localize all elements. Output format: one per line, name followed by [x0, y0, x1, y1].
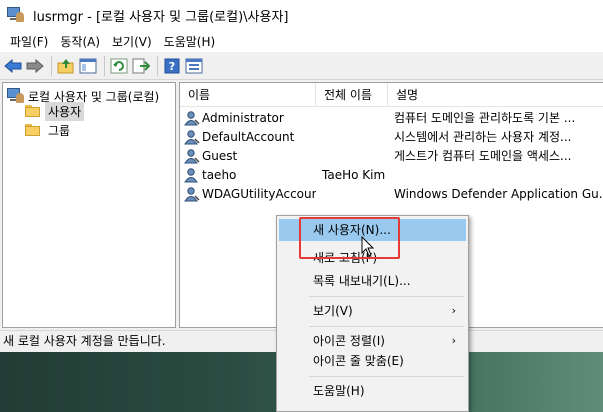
- user-description: 시스템에서 관리하는 사용자 계정...: [394, 130, 572, 144]
- folder-icon: [25, 124, 40, 136]
- computer-users-icon: [7, 6, 25, 24]
- user-full-name: [322, 109, 388, 128]
- user-full-name: TaeHo Kim: [322, 168, 386, 182]
- user-name: WDAGUtilityAccount: [202, 187, 316, 201]
- toolbar-separator: [51, 55, 52, 76]
- ctx-item-line-up-icons[interactable]: 아이콘 줄 맞춤(E): [279, 350, 466, 372]
- tree-pane[interactable]: 로컬 사용자 및 그룹(로컬) 사용자 그룹: [2, 82, 176, 328]
- user-account-icon: [184, 111, 200, 126]
- user-account-icon: [184, 187, 200, 202]
- ctx-item-label: 도움말(H): [313, 384, 365, 398]
- user-description: [394, 166, 602, 185]
- user-description: 컴퓨터 도메인을 관리하도록 기본 ...: [394, 111, 576, 125]
- table-row[interactable]: Administrator 컴퓨터 도메인을 관리하도록 기본 ...: [180, 109, 603, 128]
- user-description: 게스트가 컴퓨터 도메인을 액세스...: [394, 149, 572, 163]
- ctx-item-label: 목록 내보내기(L)...: [313, 274, 411, 288]
- help-icon[interactable]: ?: [162, 56, 182, 76]
- ctx-separator: [309, 376, 464, 377]
- toolbar-separator: [157, 55, 158, 76]
- user-name: DefaultAccount: [202, 130, 295, 144]
- ctx-item-label: 아이콘 정렬(I): [313, 334, 385, 348]
- column-header-full-name[interactable]: 전체 이름: [316, 83, 388, 107]
- table-row[interactable]: DefaultAccount 시스템에서 관리하는 사용자 계정...: [180, 128, 603, 147]
- up-folder-icon[interactable]: [56, 56, 76, 76]
- refresh-icon[interactable]: [109, 56, 129, 76]
- ctx-separator: [309, 326, 464, 327]
- user-name: Guest: [202, 149, 238, 163]
- user-name: taeho: [202, 168, 237, 182]
- ctx-item-export-list[interactable]: 목록 내보내기(L)...: [279, 270, 466, 292]
- export-list-icon[interactable]: [131, 56, 151, 76]
- menu-view[interactable]: 보기(V): [106, 33, 158, 50]
- ctx-item-view[interactable]: 보기(V) ›: [279, 300, 466, 322]
- toolbar-separator: [104, 55, 105, 76]
- tree-item-groups[interactable]: 그룹: [25, 121, 73, 139]
- properties-icon[interactable]: [184, 56, 204, 76]
- tree-item-users[interactable]: 사용자: [25, 101, 85, 121]
- user-name: Administrator: [202, 111, 284, 125]
- menu-help[interactable]: 도움말(H): [158, 33, 222, 50]
- table-row[interactable]: Guest 게스트가 컴퓨터 도메인을 액세스...: [180, 147, 603, 166]
- forward-arrow-icon[interactable]: [25, 56, 45, 76]
- table-row[interactable]: taeho TaeHo Kim: [180, 166, 603, 185]
- user-description: Windows Defender Application Gu...: [394, 187, 602, 201]
- tree-item-label: 사용자: [45, 101, 85, 121]
- submenu-arrow-icon: ›: [451, 334, 456, 347]
- ctx-item-help[interactable]: 도움말(H): [279, 380, 466, 402]
- window-title: lusrmgr - [로컬 사용자 및 그룹(로컬)\사용자]: [33, 9, 289, 25]
- tree-item-label: 그룹: [48, 123, 71, 138]
- user-account-icon: [184, 130, 200, 145]
- highlight-box: [299, 217, 400, 259]
- user-full-name: [322, 147, 388, 166]
- back-arrow-icon[interactable]: [3, 56, 23, 76]
- user-full-name: [322, 128, 388, 147]
- toolbar: ?: [0, 52, 603, 80]
- user-account-icon: [184, 149, 200, 164]
- user-full-name: [322, 185, 388, 204]
- user-account-icon: [184, 168, 198, 183]
- mouse-cursor-icon: [361, 236, 375, 257]
- show-hide-tree-icon[interactable]: [78, 56, 98, 76]
- computer-users-icon: [7, 87, 24, 105]
- column-header-description[interactable]: 설명: [388, 83, 603, 107]
- svg-text:?: ?: [169, 60, 175, 73]
- table-row[interactable]: WDAGUtilityAccount Windows Defender Appl…: [180, 185, 603, 204]
- ctx-separator: [309, 296, 464, 297]
- column-header-name[interactable]: 이름: [180, 83, 316, 107]
- submenu-arrow-icon: ›: [451, 304, 456, 317]
- menu-file[interactable]: 파일(F): [4, 33, 54, 50]
- title-bar[interactable]: lusrmgr - [로컬 사용자 및 그룹(로컬)\사용자]: [0, 0, 603, 30]
- menu-action[interactable]: 동작(A): [54, 33, 106, 50]
- ctx-item-label: 보기(V): [313, 304, 353, 318]
- ctx-item-label: 아이콘 줄 맞춤(E): [313, 354, 404, 368]
- list-header: 이름 전체 이름 설명: [180, 83, 603, 107]
- folder-icon: [25, 105, 40, 117]
- ctx-item-arrange-icons[interactable]: 아이콘 정렬(I) ›: [279, 330, 466, 352]
- menu-bar: 파일(F) 동작(A) 보기(V) 도움말(H): [0, 30, 603, 52]
